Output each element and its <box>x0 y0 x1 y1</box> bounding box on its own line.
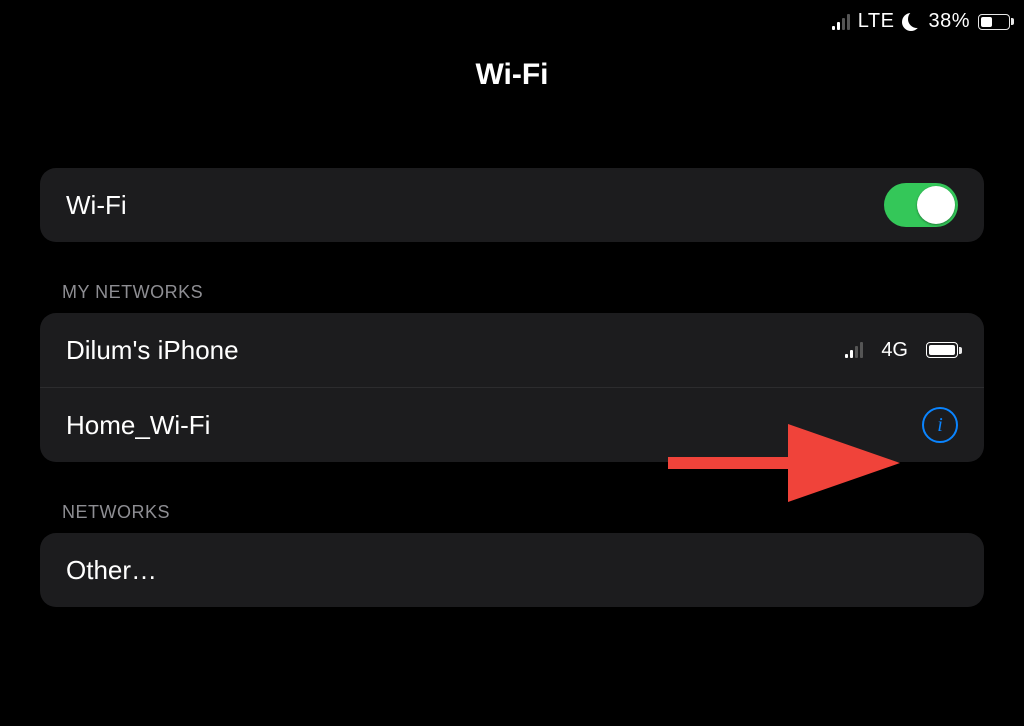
do-not-disturb-icon <box>902 13 920 31</box>
network-name-label: Dilum's iPhone <box>66 335 239 366</box>
wifi-toggle-card: Wi-Fi <box>40 168 984 242</box>
battery-icon <box>926 342 958 358</box>
hotspot-network-label: 4G <box>881 339 908 362</box>
other-network-label: Other… <box>66 555 157 586</box>
battery-percent-label: 38% <box>928 10 970 33</box>
network-type-label: LTE <box>858 10 895 33</box>
hotspot-status-cluster: 4G <box>845 339 958 362</box>
my-networks-card: Dilum's iPhone 4G Home_Wi-Fi i <box>40 313 984 462</box>
wifi-toggle-label: Wi-Fi <box>66 190 127 221</box>
wifi-toggle-row[interactable]: Wi-Fi <box>40 168 984 242</box>
battery-icon <box>978 14 1010 30</box>
cellular-signal-icon <box>832 14 850 30</box>
page-title: Wi-Fi <box>0 58 1024 92</box>
network-name-label: Home_Wi-Fi <box>66 410 210 441</box>
network-row-dilums-iphone[interactable]: Dilum's iPhone 4G <box>40 313 984 387</box>
network-row-home-wifi[interactable]: Home_Wi-Fi i <box>40 387 984 462</box>
wifi-toggle-switch[interactable] <box>884 183 958 227</box>
section-header-my-networks: MY NETWORKS <box>62 282 984 303</box>
network-row-other[interactable]: Other… <box>40 533 984 607</box>
networks-card: Other… <box>40 533 984 607</box>
status-bar: LTE 38% <box>832 10 1010 33</box>
section-header-networks: NETWORKS <box>62 502 984 523</box>
cellular-signal-icon <box>845 342 863 358</box>
info-icon[interactable]: i <box>922 407 958 443</box>
